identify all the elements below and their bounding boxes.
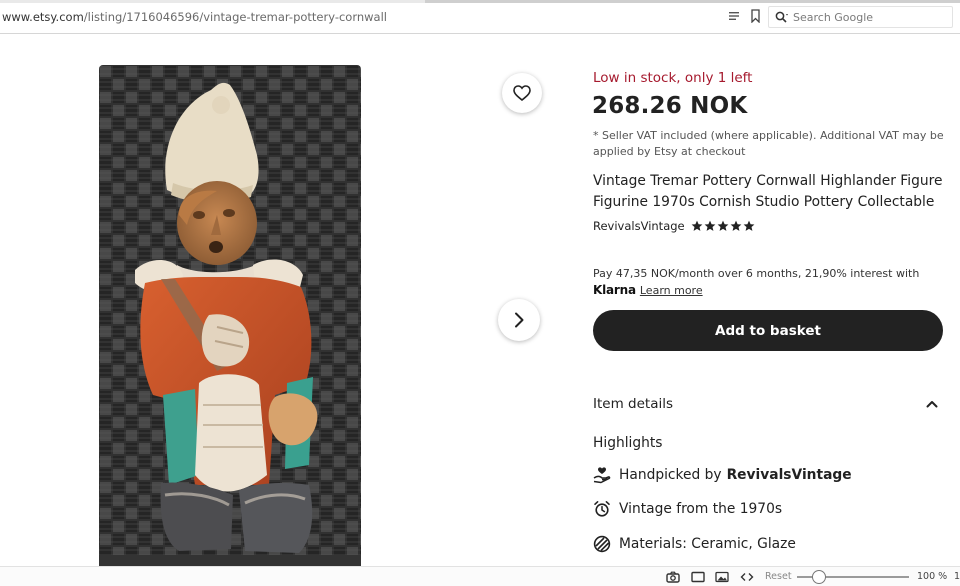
price: 268.26 NOK: [592, 93, 748, 119]
address-bar[interactable]: www.etsy.com/listing/1716046596/vintage-…: [2, 10, 387, 24]
klarna-installment-text: Pay 47,35 NOK/month over 6 months, 21,90…: [593, 267, 920, 280]
shop-name-link[interactable]: RevivalsVintage: [593, 219, 685, 233]
listing-title: Vintage Tremar Pottery Cornwall Highland…: [593, 173, 943, 210]
highlight-materials: Materials: Ceramic, Glaze: [593, 534, 796, 554]
next-image-button[interactable]: [498, 299, 540, 341]
highlight-text: Vintage from the 1970s: [619, 501, 783, 517]
highlight-shop-name: RevivalsVintage: [726, 467, 852, 483]
vat-note: * Seller VAT included (where applicable)…: [593, 129, 944, 158]
star-icon: [717, 220, 729, 231]
klarna-logo: Klarna: [593, 283, 636, 297]
code-icon[interactable]: [740, 571, 754, 583]
heart-icon: [513, 85, 531, 101]
browser-status-bar: Reset 100 % 1: [0, 566, 960, 586]
highlight-vintage: Vintage from the 1970s: [593, 499, 782, 519]
add-to-basket-button[interactable]: Add to basket: [593, 310, 943, 351]
camera-icon[interactable]: [666, 571, 680, 583]
url-domain: www.etsy.com: [2, 10, 84, 24]
star-icon: [730, 220, 742, 231]
chevron-right-icon: [515, 312, 524, 328]
highlight-handpicked: Handpicked by RevivalsVintage: [593, 465, 852, 485]
item-details-toggle[interactable]: Item details: [593, 396, 943, 414]
item-details-label: Item details: [593, 396, 673, 412]
zoom-reset-button[interactable]: Reset: [765, 571, 792, 582]
tab-strip-active: [425, 0, 960, 3]
highlights-heading: Highlights: [593, 435, 663, 451]
klarna-row: Klarna Learn more: [593, 283, 703, 297]
url-path: /listing/1716046596/vintage-tremar-potte…: [83, 10, 387, 24]
search-input[interactable]: [793, 9, 948, 25]
zoom-value: 100 %: [917, 571, 948, 582]
browser-toolbar: www.etsy.com/listing/1716046596/vintage-…: [0, 0, 960, 34]
reader-view-icon[interactable]: [728, 10, 740, 22]
search-box[interactable]: [768, 6, 953, 28]
window-icon[interactable]: [691, 571, 705, 583]
highlight-text: Materials: Ceramic, Glaze: [619, 536, 796, 552]
alarm-clock-icon: [594, 501, 610, 517]
star-icon: [704, 220, 716, 231]
favorite-button[interactable]: [502, 73, 542, 113]
zoom-slider-handle[interactable]: [812, 570, 826, 584]
star-icon: [691, 220, 703, 231]
star-rating[interactable]: [691, 220, 755, 232]
learn-more-link[interactable]: Learn more: [640, 284, 703, 297]
star-icon: [743, 220, 755, 231]
layers-icon: [593, 535, 611, 553]
image-icon[interactable]: [715, 571, 729, 583]
highlight-text: Handpicked by: [619, 467, 722, 483]
chevron-up-icon: [926, 401, 938, 408]
product-image[interactable]: [99, 65, 361, 566]
bookmark-icon[interactable]: [750, 9, 761, 23]
search-icon: [775, 11, 788, 23]
zoom-extra: 1: [954, 571, 960, 582]
hand-heart-icon: [593, 467, 611, 484]
stock-notice: Low in stock, only 1 left: [593, 70, 753, 86]
shop-rating-row: RevivalsVintage: [593, 218, 755, 234]
pottery-figurine-photo: [99, 65, 361, 566]
